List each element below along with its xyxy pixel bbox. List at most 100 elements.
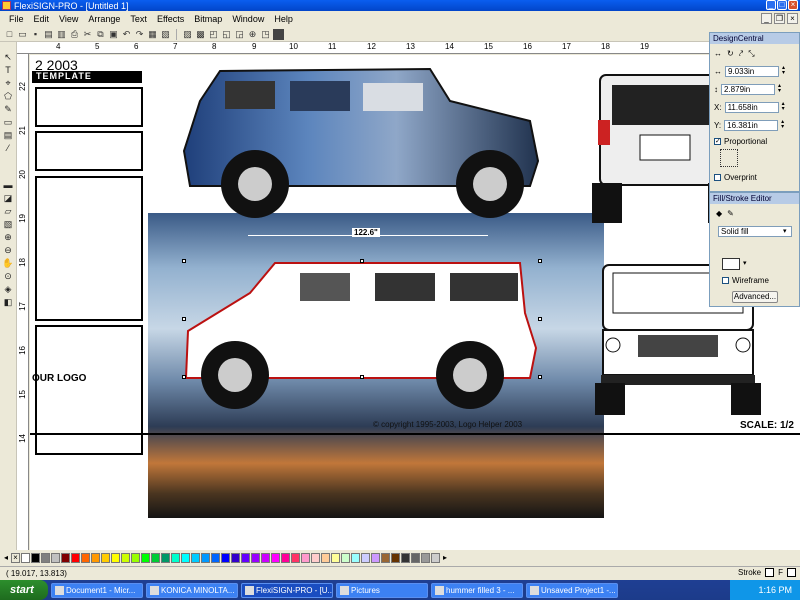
print-icon[interactable]: ⎙: [69, 29, 80, 40]
color-swatch[interactable]: [431, 552, 441, 563]
weed-border-tool-icon[interactable]: ▱: [2, 206, 14, 216]
output-icon[interactable]: [273, 28, 284, 40]
color-tool-icon[interactable]: ▬: [2, 180, 14, 190]
taskbar-item[interactable]: Document1 - Micr...: [51, 582, 143, 598]
color-swatch[interactable]: [371, 552, 381, 563]
minimize-icon[interactable]: _: [766, 0, 776, 10]
bitmap-tool-icon[interactable]: ▧: [2, 219, 14, 229]
selection-handle[interactable]: [182, 317, 186, 321]
fill-bucket-icon[interactable]: ◆: [716, 209, 722, 218]
shape-tool-icon[interactable]: ⬠: [2, 91, 14, 101]
color-swatch[interactable]: [131, 552, 141, 563]
color-swatch[interactable]: [421, 552, 431, 563]
color-swatch[interactable]: [361, 552, 371, 563]
palette-scroll-right-icon[interactable]: ▸: [443, 553, 447, 562]
stroke-swatch[interactable]: [765, 568, 775, 577]
pen-tool-icon[interactable]: ✎: [2, 104, 14, 114]
color-swatch[interactable]: [231, 552, 241, 563]
color-swatch[interactable]: [301, 552, 311, 563]
production-manager-icon[interactable]: ◲: [234, 29, 245, 40]
overprint-checkbox[interactable]: [714, 174, 721, 181]
selection-handle[interactable]: [182, 375, 186, 379]
fill-swatch[interactable]: [787, 568, 796, 577]
color-swatch[interactable]: [21, 552, 31, 563]
color-swatch[interactable]: [311, 552, 321, 563]
swatch-chevron-down-icon[interactable]: ▾: [743, 259, 747, 267]
start-button[interactable]: start: [0, 580, 48, 600]
color-swatch[interactable]: [81, 552, 91, 563]
color-swatch[interactable]: [411, 552, 421, 563]
width-spinner-icon[interactable]: ▴ ▾: [782, 65, 787, 77]
color-swatch[interactable]: [141, 552, 151, 563]
y-field[interactable]: 16.381in: [724, 120, 779, 131]
color-swatch[interactable]: [281, 552, 291, 563]
rotate-tab-icon[interactable]: ↻: [727, 49, 734, 59]
copy-icon[interactable]: ⧉: [95, 29, 106, 40]
selection-handle[interactable]: [538, 317, 542, 321]
menu-help[interactable]: Help: [269, 14, 298, 24]
zoom-in-tool-icon[interactable]: ⊕: [2, 232, 14, 242]
color-swatch[interactable]: [221, 552, 231, 563]
selection-handle[interactable]: [538, 375, 542, 379]
fill-tool-icon[interactable]: ▤: [2, 130, 14, 140]
anchor-point-grid[interactable]: [720, 149, 738, 167]
paste-icon[interactable]: ▣: [108, 29, 119, 40]
color-swatch[interactable]: [41, 552, 51, 563]
color-swatch[interactable]: [121, 552, 131, 563]
color-swatch[interactable]: [401, 552, 411, 563]
menu-effects[interactable]: Effects: [152, 14, 189, 24]
menu-bitmap[interactable]: Bitmap: [189, 14, 227, 24]
zoom-fit-tool-icon[interactable]: ⊙: [2, 271, 14, 281]
color-swatch[interactable]: [161, 552, 171, 563]
taskbar-item[interactable]: KONICA MINOLTA...: [146, 582, 238, 598]
advanced-button[interactable]: Advanced...: [732, 291, 778, 303]
color-swatch[interactable]: [111, 552, 121, 563]
hand-pan-tool-icon[interactable]: ✋: [2, 258, 14, 268]
selection-handle[interactable]: [360, 259, 364, 263]
color-swatch[interactable]: [211, 552, 221, 563]
size-tab-icon[interactable]: ↔: [714, 49, 722, 59]
cut-icon[interactable]: ✂: [82, 29, 93, 40]
clock[interactable]: 1:16 PM: [758, 585, 792, 595]
color-swatch[interactable]: [181, 552, 191, 563]
doc-close-icon[interactable]: ×: [787, 13, 798, 24]
no-color-swatch[interactable]: ×: [11, 552, 21, 563]
rectangle-tool-icon[interactable]: ▭: [2, 117, 14, 127]
zoom-out-tool-icon[interactable]: ⊖: [2, 245, 14, 255]
contour-icon[interactable]: ◱: [221, 29, 232, 40]
taskbar-item[interactable]: FlexiSIGN-PRO - [U...: [241, 582, 333, 598]
color-swatch[interactable]: [151, 552, 161, 563]
color-swatch[interactable]: [291, 552, 301, 563]
menu-view[interactable]: View: [54, 14, 83, 24]
doc-minimize-icon[interactable]: _: [761, 13, 772, 24]
mirror-tab-icon[interactable]: ⤡: [748, 49, 754, 59]
weld-icon[interactable]: ◰: [208, 29, 219, 40]
vectorize-tool-icon[interactable]: ◈: [2, 284, 14, 294]
close-icon[interactable]: ×: [788, 0, 798, 10]
color-swatch[interactable]: [51, 552, 61, 563]
y-spinner-icon[interactable]: ▴ ▾: [781, 119, 786, 131]
color-swatch[interactable]: [381, 552, 391, 563]
fill-color-swatch[interactable]: [722, 258, 740, 270]
align-icon[interactable]: ▨: [182, 29, 193, 40]
menu-arrange[interactable]: Arrange: [83, 14, 125, 24]
color-swatch[interactable]: [341, 552, 351, 563]
doc-restore-icon[interactable]: ❐: [774, 13, 785, 24]
color-swatch[interactable]: [251, 552, 261, 563]
save-icon[interactable]: ▪: [30, 29, 41, 40]
wireframe-checkbox[interactable]: [722, 277, 729, 284]
color-swatch[interactable]: [91, 552, 101, 563]
taskbar-item[interactable]: Unsaved Project1 -...: [526, 582, 618, 598]
distort-tool-icon[interactable]: ◪: [2, 193, 14, 203]
import-icon[interactable]: ▤: [43, 29, 54, 40]
width-field[interactable]: 9.033in: [725, 66, 779, 77]
cut-contour-icon[interactable]: ◳: [260, 29, 271, 40]
ungroup-icon[interactable]: ▧: [160, 29, 171, 40]
hummer-side-white-selected[interactable]: [180, 253, 542, 415]
undo-icon[interactable]: ↶: [121, 29, 132, 40]
redo-icon[interactable]: ↷: [134, 29, 145, 40]
hummer-side-photo[interactable]: [180, 61, 548, 229]
zoom-icon[interactable]: ⊕: [247, 29, 258, 40]
x-field[interactable]: 11.658in: [724, 102, 779, 113]
selection-handle[interactable]: [182, 259, 186, 263]
